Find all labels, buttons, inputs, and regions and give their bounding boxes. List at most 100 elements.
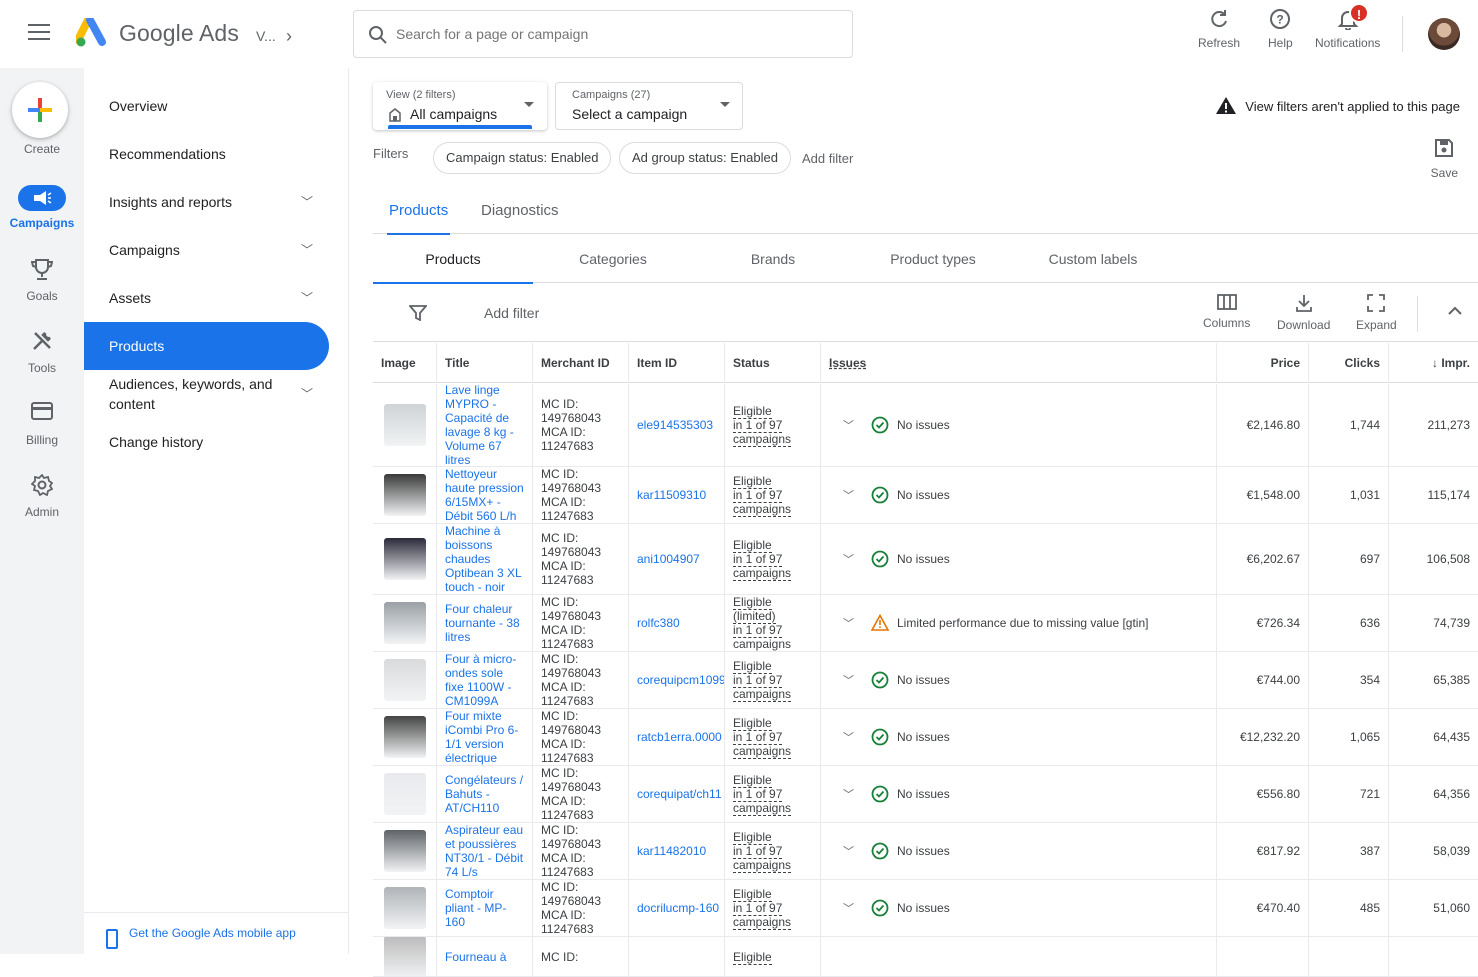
chevron-up-icon[interactable] bbox=[1447, 306, 1463, 316]
expand-chevron-icon[interactable]: ﹀ bbox=[843, 551, 861, 567]
status-label[interactable]: Eligible bbox=[733, 716, 772, 731]
header-impressions[interactable]: ↓ Impr. bbox=[1389, 343, 1478, 383]
header-item-id[interactable]: Item ID bbox=[629, 343, 725, 383]
main-menu-icon[interactable] bbox=[28, 24, 50, 42]
rail-item-goals[interactable]: Goals bbox=[0, 258, 84, 303]
status-label[interactable]: Eligible bbox=[733, 474, 772, 489]
table-row[interactable]: Four chaleur tournante - 38 litres MC ID:… bbox=[373, 595, 1478, 652]
table-row[interactable]: Fourneau à MC ID: Eligible bbox=[373, 937, 1478, 977]
item-id-link[interactable]: ratcb1erra.0000 bbox=[629, 709, 725, 765]
nav-item-products[interactable]: Products bbox=[84, 322, 329, 370]
product-title-link[interactable]: Four mixte iCombi Pro 6-1/1 version élec… bbox=[437, 709, 533, 765]
item-id-link[interactable]: ani1004907 bbox=[629, 524, 725, 594]
expand-chevron-icon[interactable]: ﹀ bbox=[843, 417, 861, 433]
search-box[interactable] bbox=[353, 10, 853, 58]
item-id-link[interactable]: ele914535303 bbox=[629, 384, 725, 466]
expand-button[interactable]: Expand bbox=[1356, 294, 1397, 332]
help-button[interactable]: ? Help bbox=[1268, 8, 1293, 50]
table-add-filter[interactable]: Add filter bbox=[484, 305, 539, 321]
status-label[interactable]: Eligible bbox=[733, 538, 772, 553]
table-row[interactable]: Nettoyeur haute pression 6/15MX+ - Débit… bbox=[373, 467, 1478, 524]
status-detail[interactable]: in 1 of 97 campaigns bbox=[733, 730, 792, 759]
status-label[interactable]: Eligible bbox=[733, 773, 772, 788]
chevron-down-icon[interactable]: ﹀ bbox=[301, 192, 313, 212]
refresh-button[interactable]: Refresh bbox=[1198, 8, 1240, 50]
status-detail[interactable]: in 1 of 97 campaigns bbox=[733, 488, 792, 517]
product-title-link[interactable]: Nettoyeur haute pression 6/15MX+ - Débit… bbox=[437, 467, 533, 523]
expand-chevron-icon[interactable]: ﹀ bbox=[843, 487, 861, 503]
nav-item-campaigns[interactable]: Campaigns ﹀ bbox=[84, 240, 329, 260]
status-label[interactable]: Eligible bbox=[733, 830, 772, 845]
account-name[interactable]: V... bbox=[256, 28, 276, 44]
rail-item-admin[interactable]: Admin bbox=[0, 473, 84, 519]
item-id-link[interactable]: kar11482010 bbox=[629, 823, 725, 879]
status-detail[interactable]: in 1 of 97 campaigns bbox=[733, 901, 792, 930]
nav-item-assets[interactable]: Assets ﹀ bbox=[84, 288, 329, 308]
status-label[interactable]: Eligible bbox=[733, 659, 772, 674]
status-detail[interactable]: in 1 of 97 campaigns bbox=[733, 623, 792, 651]
nav-item-insights[interactable]: Insights and reports ﹀ bbox=[84, 192, 329, 212]
chevron-down-icon[interactable]: ﹀ bbox=[301, 288, 313, 308]
campaign-dropdown[interactable]: Campaigns (27) Select a campaign bbox=[555, 82, 743, 130]
expand-chevron-icon[interactable]: ﹀ bbox=[843, 900, 861, 916]
nav-item-recommendations[interactable]: Recommendations bbox=[84, 144, 329, 164]
filter-icon[interactable] bbox=[409, 305, 427, 321]
expand-chevron-icon[interactable]: ﹀ bbox=[843, 843, 861, 859]
status-label[interactable]: Eligible bbox=[733, 404, 772, 419]
chevron-down-icon[interactable]: ﹀ bbox=[301, 384, 313, 404]
header-price[interactable]: Price bbox=[1217, 343, 1309, 383]
subtab-custom-labels[interactable]: Custom labels bbox=[1013, 235, 1173, 283]
add-filter-link[interactable]: Add filter bbox=[802, 151, 853, 166]
header-status[interactable]: Status bbox=[725, 343, 821, 383]
expand-chevron-icon[interactable]: ﹀ bbox=[843, 672, 861, 688]
product-title-link[interactable]: Lave linge MYPRO - Capacité de lavage 8 … bbox=[437, 384, 533, 466]
search-input[interactable] bbox=[396, 23, 836, 45]
filter-chip-adgroup-status[interactable]: Ad group status: Enabled bbox=[619, 142, 791, 174]
subtab-products[interactable]: Products bbox=[373, 235, 533, 284]
product-title-link[interactable]: Comptoir pliant - MP-160 bbox=[437, 880, 533, 936]
nav-item-change-history[interactable]: Change history bbox=[84, 432, 329, 452]
notifications-button[interactable]: Notifications ! bbox=[1315, 3, 1380, 50]
tab-diagnostics[interactable]: Diagnostics bbox=[481, 202, 559, 219]
status-detail[interactable]: in 1 of 97 campaigns bbox=[733, 418, 792, 447]
save-button[interactable]: Save bbox=[1431, 138, 1458, 180]
item-id-link[interactable]: docrilucmp-160 bbox=[629, 880, 725, 936]
item-id-link[interactable]: corequipcm1099 bbox=[629, 652, 725, 708]
product-title-link[interactable]: Congélateurs / Bahuts - AT/CH110 bbox=[437, 766, 533, 822]
product-title-link[interactable]: Aspirateur eau et poussières NT30/1 - Dé… bbox=[437, 823, 533, 879]
view-dropdown[interactable]: View (2 filters) All campaigns bbox=[373, 82, 547, 130]
subtab-brands[interactable]: Brands bbox=[693, 235, 853, 283]
header-title[interactable]: Title bbox=[437, 343, 533, 383]
table-row[interactable]: Machine à boissons chaudes Optibean 3 XL… bbox=[373, 524, 1478, 595]
expand-chevron-icon[interactable]: ﹀ bbox=[843, 615, 861, 631]
mobile-app-link[interactable]: Get the Google Ads mobile app bbox=[84, 912, 349, 949]
item-id-link[interactable]: corequipat/ch11 bbox=[629, 766, 725, 822]
product-title-link[interactable]: Fourneau à bbox=[437, 937, 533, 976]
status-label[interactable]: Eligible (limited) bbox=[733, 595, 776, 624]
avatar[interactable] bbox=[1428, 18, 1460, 50]
table-row[interactable]: Four mixte iCombi Pro 6-1/1 version élec… bbox=[373, 709, 1478, 766]
table-row[interactable]: Comptoir pliant - MP-160 MC ID: 149768043… bbox=[373, 880, 1478, 937]
status-detail[interactable]: in 1 of 97 campaigns bbox=[733, 673, 792, 702]
filter-chip-campaign-status[interactable]: Campaign status: Enabled bbox=[433, 142, 612, 174]
header-image[interactable]: Image bbox=[373, 343, 437, 383]
chevron-down-icon[interactable]: ﹀ bbox=[301, 240, 313, 260]
expand-chevron-icon[interactable]: ﹀ bbox=[843, 729, 861, 745]
header-issues[interactable]: Issues bbox=[821, 343, 1217, 383]
header-clicks[interactable]: Clicks bbox=[1309, 343, 1389, 383]
header-merchant-id[interactable]: Merchant ID bbox=[533, 343, 629, 383]
rail-item-tools[interactable]: Tools bbox=[0, 330, 84, 375]
product-title-link[interactable]: Four chaleur tournante - 38 litres bbox=[437, 595, 533, 651]
status-label[interactable]: Eligible bbox=[733, 887, 772, 902]
table-row[interactable]: Aspirateur eau et poussières NT30/1 - Dé… bbox=[373, 823, 1478, 880]
status-label[interactable]: Eligible bbox=[733, 949, 772, 965]
rail-item-campaigns[interactable]: Campaigns bbox=[0, 185, 84, 230]
expand-chevron-icon[interactable]: ﹀ bbox=[843, 786, 861, 802]
nav-item-overview[interactable]: Overview bbox=[84, 96, 329, 116]
subtab-product-types[interactable]: Product types bbox=[853, 235, 1013, 283]
table-row[interactable]: Lave linge MYPRO - Capacité de lavage 8 … bbox=[373, 384, 1478, 467]
table-row[interactable]: Congélateurs / Bahuts - AT/CH110 MC ID: 1… bbox=[373, 766, 1478, 823]
tab-products[interactable]: Products bbox=[386, 202, 451, 236]
status-detail[interactable]: in 1 of 97 campaigns bbox=[733, 844, 792, 873]
rail-item-billing[interactable]: Billing bbox=[0, 402, 84, 447]
